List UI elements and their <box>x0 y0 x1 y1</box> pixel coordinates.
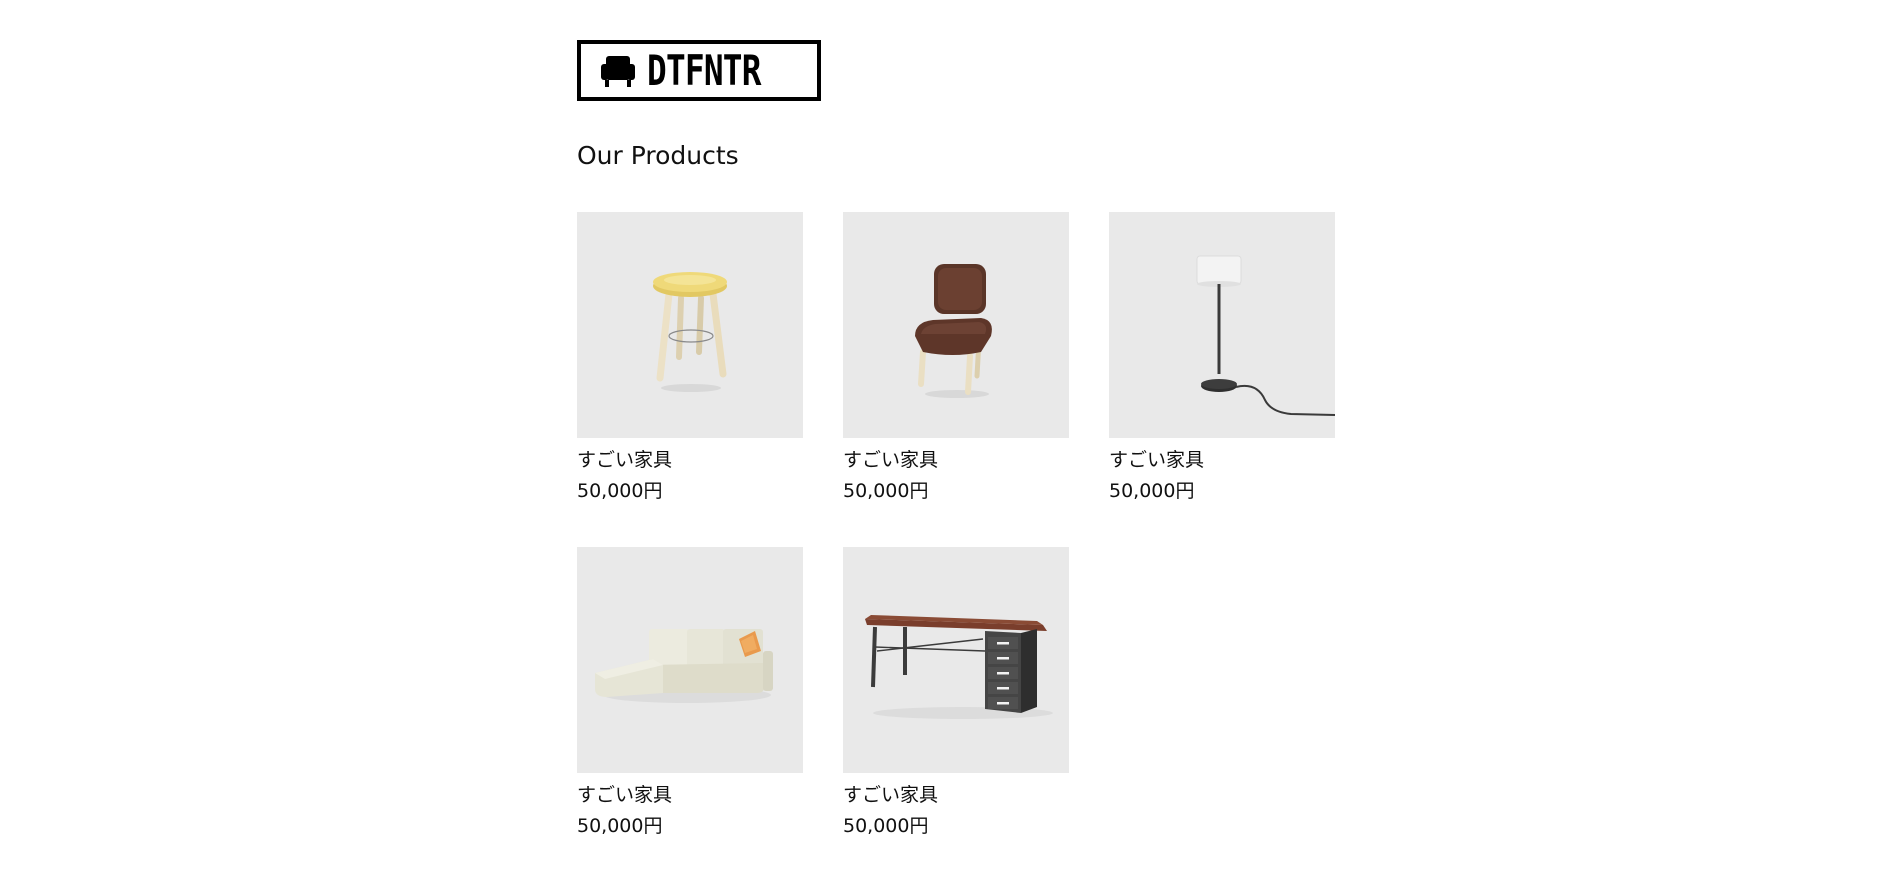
product-image-chair <box>843 212 1069 438</box>
product-card[interactable]: すごい家具 50,000円 <box>1109 212 1335 503</box>
product-price: 50,000円 <box>843 815 929 837</box>
stool-image <box>577 212 803 438</box>
product-grid: すごい家具 50,000円 すごい家具 50,000円 すごい家具 50,000… <box>577 212 1357 838</box>
product-price: 50,000円 <box>843 480 929 502</box>
product-image-stool <box>577 212 803 438</box>
product-name: すごい家具 <box>577 784 673 806</box>
armchair-icon <box>601 55 635 87</box>
product-image-desk <box>843 547 1069 773</box>
product-price: 50,000円 <box>577 480 663 502</box>
product-card[interactable]: すごい家具 50,000円 <box>843 547 1069 838</box>
floor-lamp-image <box>1109 212 1335 438</box>
product-card[interactable]: すごい家具 50,000円 <box>843 212 1069 503</box>
logo-text: DTFNTR <box>647 45 761 95</box>
product-name: すごい家具 <box>1109 449 1205 471</box>
product-name: すごい家具 <box>843 784 939 806</box>
product-name: すごい家具 <box>577 449 673 471</box>
product-price: 50,000円 <box>577 815 663 837</box>
product-image-floor-lamp <box>1109 212 1335 438</box>
product-name: すごい家具 <box>843 449 939 471</box>
site-logo-link[interactable]: DTFNTR <box>577 40 821 101</box>
product-card[interactable]: すごい家具 50,000円 <box>577 547 803 838</box>
page-container: DTFNTR Our Products すごい家具 50,000円 すごい家具 … <box>577 40 1357 838</box>
sofa-image <box>577 547 803 773</box>
desk-image <box>843 547 1069 773</box>
product-image-sofa <box>577 547 803 773</box>
chair-image <box>843 212 1069 438</box>
product-price: 50,000円 <box>1109 480 1195 502</box>
page-title: Our Products <box>577 141 739 170</box>
product-card[interactable]: すごい家具 50,000円 <box>577 212 803 503</box>
